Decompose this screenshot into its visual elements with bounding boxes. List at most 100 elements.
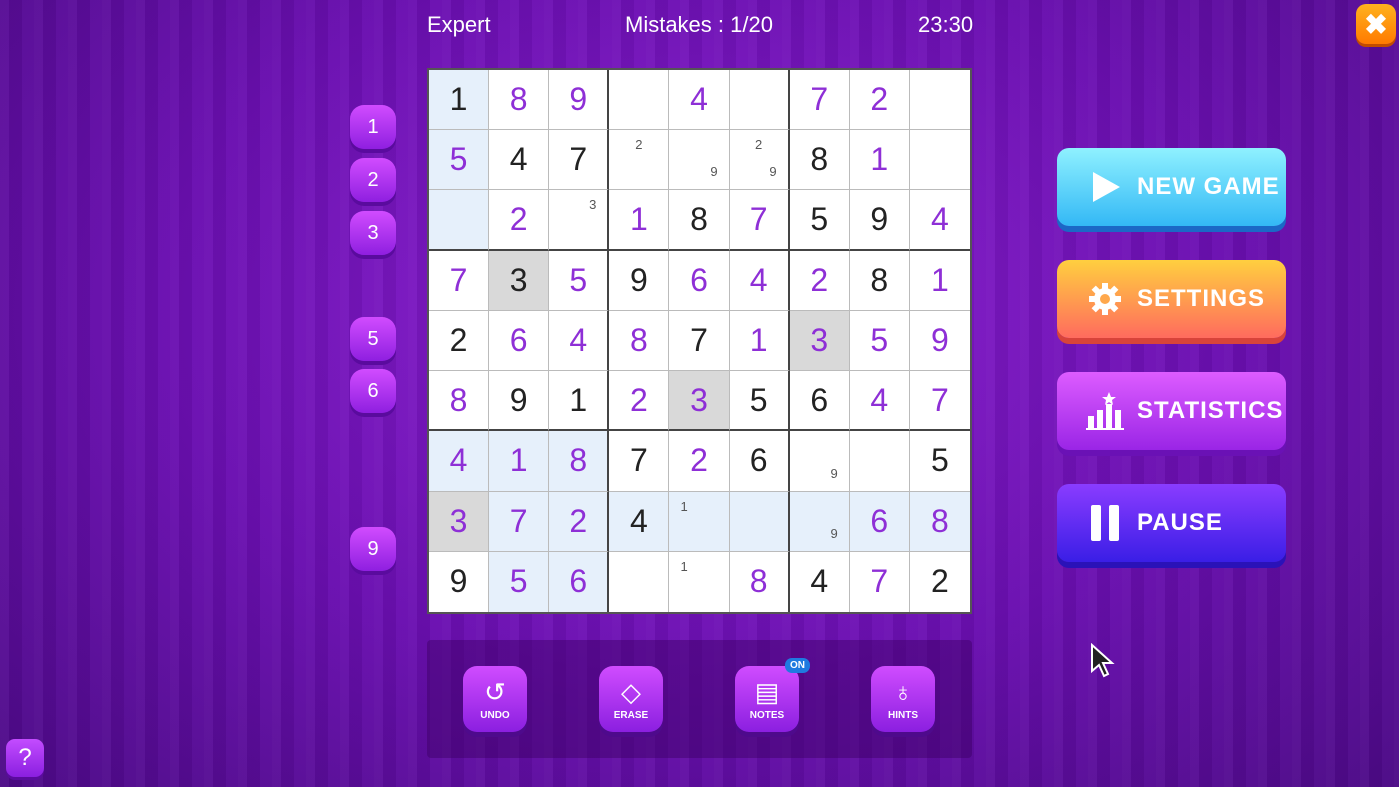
number-counter-3[interactable]: 3: [350, 211, 396, 255]
erase-button[interactable]: ◇ ERASE: [599, 666, 663, 732]
cell-r8c8[interactable]: 6: [849, 491, 910, 552]
cell-r1c6[interactable]: [729, 70, 790, 131]
number-counter-5[interactable]: 5: [350, 317, 396, 361]
cell-r7c3[interactable]: 8: [549, 431, 610, 492]
cell-r3c6[interactable]: 7: [729, 190, 790, 251]
help-button[interactable]: ?: [6, 739, 44, 777]
cell-r9c9[interactable]: 2: [910, 552, 970, 612]
cell-r3c2[interactable]: 2: [489, 190, 550, 251]
cell-r3c8[interactable]: 9: [849, 190, 910, 251]
cell-r9c8[interactable]: 7: [850, 551, 910, 612]
pause-button[interactable]: PAUSE: [1057, 484, 1286, 562]
cell-r8c6[interactable]: [729, 491, 790, 552]
cell-r6c5[interactable]: 3: [669, 371, 730, 432]
cell-r4c8[interactable]: 8: [849, 250, 910, 311]
cell-r9c2[interactable]: 5: [489, 551, 550, 612]
cell-r1c3[interactable]: 9: [549, 70, 610, 131]
number-counter-2[interactable]: 2: [350, 158, 396, 202]
cell-r4c5[interactable]: 6: [669, 250, 730, 311]
cell-r8c9[interactable]: 8: [909, 491, 970, 552]
cell-r7c6[interactable]: 6: [729, 431, 790, 492]
cell-r8c1[interactable]: 3: [429, 491, 490, 552]
cell-r1c7[interactable]: 7: [789, 70, 850, 131]
cell-r4c7[interactable]: 2: [789, 250, 850, 311]
cell-r7c7[interactable]: 9: [789, 431, 850, 492]
new-game-button[interactable]: NEW GAME: [1057, 148, 1286, 226]
cell-r3c3[interactable]: 3: [549, 190, 610, 251]
cell-r2c2[interactable]: 4: [489, 130, 550, 191]
cell-r2c8[interactable]: 1: [849, 130, 910, 191]
cell-r4c1[interactable]: 7: [429, 250, 490, 311]
cell-r9c5[interactable]: 1: [669, 551, 730, 612]
cell-r6c2[interactable]: 9: [489, 371, 550, 432]
cell-r1c9[interactable]: [909, 70, 970, 131]
cell-r3c4[interactable]: 1: [609, 190, 670, 251]
cell-r5c9[interactable]: 9: [909, 311, 970, 372]
cell-r5c6[interactable]: 1: [729, 310, 790, 372]
cell-r6c6[interactable]: 5: [729, 371, 790, 432]
cell-r6c9[interactable]: 7: [909, 371, 970, 432]
number-counter-1[interactable]: 1: [350, 105, 396, 149]
cell-r4c2[interactable]: 3: [489, 250, 550, 311]
cell-r2c3[interactable]: 7: [549, 130, 610, 191]
cell-r2c7[interactable]: 8: [789, 130, 850, 191]
cell-r7c2[interactable]: 1: [489, 431, 550, 492]
cell-r9c1[interactable]: 9: [429, 551, 490, 612]
cell-r3c5[interactable]: 8: [669, 190, 730, 251]
cell-r1c5[interactable]: 4: [669, 70, 730, 131]
cell-r8c4[interactable]: 4: [609, 491, 670, 552]
cell-r5c3[interactable]: 4: [549, 310, 610, 372]
cell-r7c5[interactable]: 2: [669, 431, 730, 492]
cell-r2c1[interactable]: 5: [429, 130, 490, 191]
cell-r8c3[interactable]: 2: [549, 491, 610, 552]
cell-r5c1[interactable]: 2: [429, 310, 490, 372]
cell-r5c5[interactable]: 7: [669, 310, 730, 372]
notes-button[interactable]: ▤ NOTES: [735, 666, 799, 732]
cell-r2c4[interactable]: 2: [609, 130, 670, 191]
cell-r2c9[interactable]: [909, 130, 970, 191]
cell-r6c7[interactable]: 6: [789, 371, 850, 432]
cell-r4c4[interactable]: 9: [609, 250, 670, 311]
cell-r4c9[interactable]: 1: [909, 251, 970, 311]
statistics-button[interactable]: STATISTICS: [1057, 372, 1286, 450]
cell-r2c5[interactable]: 9: [669, 130, 730, 191]
cell-r9c7[interactable]: 4: [790, 551, 850, 612]
cell-r7c4[interactable]: 7: [609, 431, 670, 492]
cell-r8c2[interactable]: 7: [489, 491, 550, 552]
cell-r5c4[interactable]: 8: [609, 310, 670, 372]
cell-r1c4[interactable]: [609, 70, 670, 131]
settings-button[interactable]: SETTINGS: [1057, 260, 1286, 338]
cell-r7c1[interactable]: 4: [429, 431, 490, 492]
close-button[interactable]: ✖: [1356, 4, 1396, 44]
cell-r8c7[interactable]: 9: [789, 491, 850, 552]
number-counter-9[interactable]: 9: [350, 527, 396, 571]
undo-icon: ↺: [484, 676, 506, 707]
number-counter-6[interactable]: 6: [350, 369, 396, 413]
cell-r3c1[interactable]: [429, 190, 490, 251]
hints-button[interactable]: ♁ HINTS: [871, 666, 935, 732]
cell-r4c6[interactable]: 4: [729, 250, 790, 311]
cell-r4c3[interactable]: 5: [549, 250, 610, 311]
cell-r1c1[interactable]: 1: [429, 70, 490, 131]
cell-r1c8[interactable]: 2: [849, 70, 910, 131]
cell-r6c3[interactable]: 1: [549, 371, 610, 432]
cell-r3c7[interactable]: 5: [789, 190, 850, 251]
cell-r5c7[interactable]: 3: [789, 310, 850, 372]
cell-r1c2[interactable]: 8: [489, 70, 550, 131]
cell-r6c1[interactable]: 8: [429, 371, 490, 432]
cell-r7c8[interactable]: [849, 431, 910, 492]
cell-r9c4[interactable]: [609, 551, 670, 612]
cell-r2c6[interactable]: 29: [729, 130, 790, 191]
cell-r5c8[interactable]: 5: [849, 310, 910, 372]
cell-r9c6[interactable]: 8: [730, 551, 790, 612]
cell-r6c4[interactable]: 2: [609, 371, 670, 432]
cell-r9c3[interactable]: 6: [549, 551, 610, 612]
cell-value: 6: [509, 321, 528, 358]
cell-r3c9[interactable]: 4: [909, 190, 970, 251]
cell-r8c5[interactable]: 1: [669, 491, 730, 552]
cell-r5c2[interactable]: 6: [489, 310, 550, 372]
cell-r6c8[interactable]: 4: [849, 371, 910, 432]
pause-icon: [1083, 503, 1127, 543]
cell-r7c9[interactable]: 5: [909, 431, 970, 492]
undo-button[interactable]: ↺ UNDO: [463, 666, 527, 732]
